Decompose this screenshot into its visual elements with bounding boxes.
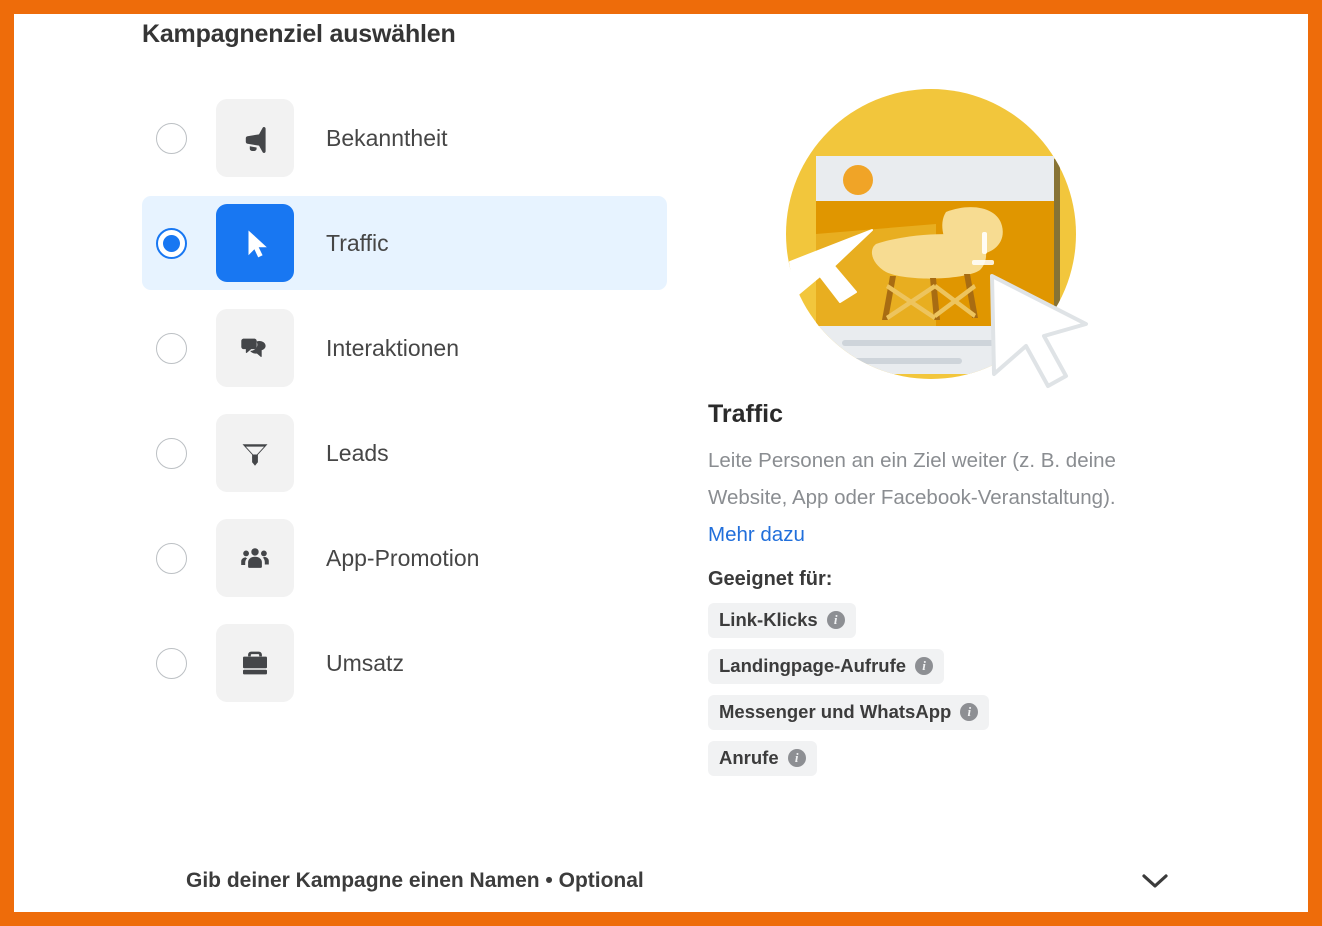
- chevron-down-icon[interactable]: [1142, 873, 1168, 889]
- info-icon[interactable]: i: [960, 703, 979, 721]
- tag-label: Messenger und WhatsApp: [719, 701, 952, 722]
- radio-traffic[interactable]: [156, 227, 187, 259]
- objective-row-interaktionen[interactable]: Interaktionen: [142, 301, 667, 395]
- objective-row-umsatz[interactable]: Umsatz: [142, 616, 667, 710]
- suited-for-heading: Geeignet für:: [708, 568, 833, 590]
- screenshot-frame: Kampagnenziel auswählen Bekanntheit Traf…: [0, 0, 1322, 926]
- tag-link-klicks: Link-Klicks i: [708, 603, 856, 638]
- tag-anrufe: Anrufe i: [708, 741, 817, 776]
- radio-umsatz[interactable]: [156, 647, 187, 679]
- tag-row: Link-Klicks i: [708, 603, 1164, 649]
- funnel-icon: [216, 414, 294, 492]
- campaign-objective-panel: Kampagnenziel auswählen Bekanntheit Traf…: [14, 14, 1308, 912]
- tag-label: Landingpage-Aufrufe: [719, 655, 907, 676]
- objective-row-leads[interactable]: Leads: [142, 406, 667, 500]
- tag-row: Anrufe i: [708, 741, 1164, 787]
- mehr-dazu-link[interactable]: Mehr dazu: [708, 523, 805, 546]
- detail-title: Traffic: [708, 400, 784, 428]
- people-group-icon: [216, 519, 294, 597]
- tag-landingpage-aufrufe: Landingpage-Aufrufe i: [708, 649, 945, 684]
- objective-label: Umsatz: [326, 649, 404, 676]
- info-icon[interactable]: i: [826, 611, 845, 629]
- traffic-illustration: [776, 84, 1106, 394]
- objective-label: App-Promotion: [326, 544, 480, 571]
- page-title: Kampagnenziel auswählen: [142, 20, 456, 48]
- briefcase-icon: [216, 624, 294, 702]
- objective-label: Traffic: [326, 229, 389, 256]
- suited-for-tag-list: Link-Klicks i Landingpage-Aufrufe i Messen…: [708, 603, 1164, 787]
- info-icon[interactable]: i: [915, 657, 934, 675]
- objective-label: Leads: [326, 439, 389, 466]
- objective-detail-panel: Traffic Leite Personen an ein Ziel weite…: [694, 84, 1164, 787]
- tag-row: Landingpage-Aufrufe i: [708, 649, 1164, 695]
- radio-bekanntheit[interactable]: [156, 122, 187, 154]
- detail-description-text: Leite Personen an ein Ziel weiter (z. B.…: [708, 449, 1116, 509]
- radio-app-promotion[interactable]: [156, 542, 187, 574]
- objective-label: Bekanntheit: [326, 124, 448, 151]
- objective-row-traffic[interactable]: Traffic: [142, 196, 667, 290]
- tag-label: Link-Klicks: [719, 609, 818, 630]
- objective-row-app-promotion[interactable]: App-Promotion: [142, 511, 667, 605]
- radio-leads[interactable]: [156, 437, 187, 469]
- campaign-name-section[interactable]: Gib deiner Kampagne einen Namen • Option…: [14, 850, 1308, 912]
- tag-label: Anrufe: [719, 747, 779, 768]
- info-icon[interactable]: i: [787, 749, 806, 767]
- cursor-arrow-icon: [216, 204, 294, 282]
- objective-label: Interaktionen: [326, 334, 459, 361]
- objective-list: Bekanntheit Traffic Interaktionen Leads …: [142, 91, 667, 721]
- objective-row-bekanntheit[interactable]: Bekanntheit: [142, 91, 667, 185]
- megaphone-icon: [216, 99, 294, 177]
- tag-row: Messenger und WhatsApp i: [708, 695, 1164, 741]
- detail-description: Leite Personen an ein Ziel weiter (z. B.…: [708, 442, 1166, 553]
- campaign-name-label: Gib deiner Kampagne einen Namen • Option…: [186, 869, 644, 892]
- speech-bubbles-icon: [216, 309, 294, 387]
- radio-interaktionen[interactable]: [156, 332, 187, 364]
- tag-messenger-und-whatsapp: Messenger und WhatsApp i: [708, 695, 990, 730]
